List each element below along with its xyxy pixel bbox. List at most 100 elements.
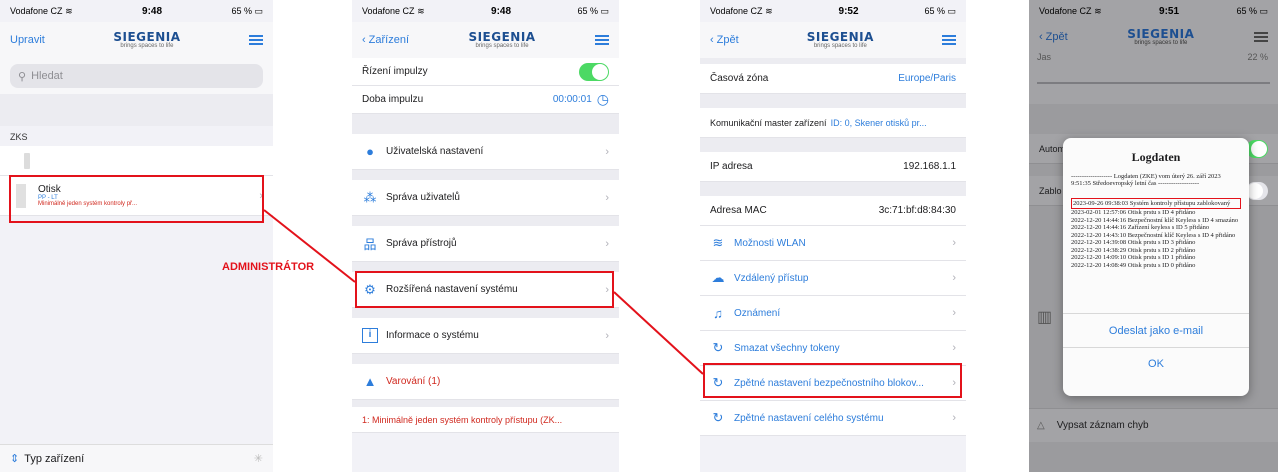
cloud-icon: ☁ bbox=[711, 270, 725, 285]
block-toggle[interactable] bbox=[1246, 181, 1268, 200]
back-button[interactable]: ‹ Zpět bbox=[710, 34, 739, 46]
chevron-right-icon: › bbox=[605, 237, 609, 250]
send-email-button[interactable]: Odeslat jako e-mail bbox=[1063, 313, 1249, 347]
navbar: Upravit SIEGENIA brings spaces to life bbox=[0, 22, 273, 58]
chevron-right-icon: › bbox=[605, 191, 609, 204]
chevron-right-icon: › bbox=[952, 307, 956, 319]
notifications-label: Oznámení bbox=[734, 307, 781, 319]
log-content: ------------------- Logdaten (ZKE) vom ú… bbox=[1063, 165, 1249, 313]
status-bar: Vodafone CZ ≋ 9:52 65 % ▭ bbox=[700, 0, 966, 22]
impulse-control-label: Řízení impulzy bbox=[362, 66, 428, 77]
users-icon: ⁂ bbox=[363, 189, 377, 205]
master-device-value: ID: 0, Skener otisků pr... bbox=[830, 117, 927, 128]
log-entry: 2022-12-20 14:38:29 Otisk prstu s ID 2 p… bbox=[1071, 246, 1196, 254]
screen-device-list: Vodafone CZ ≋ 9:48 65 % ▭ Upravit SIEGEN… bbox=[0, 0, 273, 472]
highlight-device-row bbox=[9, 175, 264, 223]
auto-label: Autom bbox=[1039, 143, 1066, 154]
device-type-filter[interactable]: Typ zařízení bbox=[24, 453, 84, 465]
back-button[interactable]: ‹ Zařízení bbox=[362, 34, 409, 46]
warnings-row[interactable]: ▲ Varování (1) bbox=[352, 364, 619, 400]
menu-icon[interactable] bbox=[942, 35, 956, 45]
wifi-icon: ≋ bbox=[417, 5, 425, 16]
menu-system-info[interactable]: i Informace o systému › bbox=[352, 318, 619, 354]
impulse-duration-label: Doba impulzu bbox=[362, 94, 424, 105]
screen-device-settings: Vodafone CZ ≋ 9:48 65 % ▭ ‹ Zařízení SIEG… bbox=[352, 0, 619, 472]
ip-row: IP adresa 192.168.1.1 bbox=[700, 152, 966, 182]
search-bar-wrap: ⚲ Hledat bbox=[0, 58, 273, 94]
chevron-right-icon: › bbox=[952, 237, 956, 249]
menu-notifications[interactable]: ♫ Oznámení › bbox=[700, 296, 966, 331]
back-button[interactable]: ‹ Zpět bbox=[1039, 31, 1068, 43]
timezone-row[interactable]: Časová zóna Europe/Paris bbox=[700, 64, 966, 94]
remote-access-label: Vzdálený přístup bbox=[734, 272, 809, 284]
logo-tagline: brings spaces to life bbox=[120, 43, 174, 49]
logo-brand: SIEGENIA bbox=[113, 30, 181, 44]
error-log-row[interactable]: △ Vypsat záznam chyb bbox=[1029, 408, 1278, 442]
log-entry: 2022-12-20 14:39:08 Otisk prstu s ID 3 p… bbox=[1071, 239, 1196, 247]
chevron-right-icon: › bbox=[605, 145, 609, 158]
brightness-slider[interactable] bbox=[1037, 82, 1270, 84]
brightness-value: 22 % bbox=[1247, 52, 1268, 62]
battery-icon: ▭ bbox=[254, 5, 263, 16]
edit-button[interactable]: Upravit bbox=[10, 34, 45, 46]
impulse-duration-value: 00:00:01 bbox=[552, 94, 592, 105]
timezone-value: Europe/Paris bbox=[898, 73, 956, 84]
ip-label: IP adresa bbox=[710, 161, 753, 172]
log-list: 2023-02-01 12:57:06 Otisk prstu s ID 4 p… bbox=[1071, 209, 1241, 269]
logo-brand: SIEGENIA bbox=[1127, 27, 1195, 41]
sort-icon: ⇕ bbox=[10, 453, 20, 465]
delete-tokens-label: Smazat všechny tokeny bbox=[734, 342, 840, 354]
chevron-right-icon: › bbox=[952, 342, 956, 354]
battery-label: 65 % bbox=[231, 5, 252, 16]
siegenia-logo: SIEGENIA brings spaces to life bbox=[113, 31, 180, 49]
annotation-label: ADMINISTRÁTOR bbox=[222, 261, 315, 273]
chevron-left-icon: ‹ bbox=[362, 34, 366, 46]
menu-reset-system[interactable]: ↻ Zpětné nastavení celého systému › bbox=[700, 401, 966, 436]
auto-toggle[interactable] bbox=[1246, 139, 1268, 158]
battery-label: 65 % bbox=[577, 5, 598, 16]
mac-value: 3c:71:bf:d8:84:30 bbox=[878, 205, 956, 216]
impulse-duration-row[interactable]: Doba impulzu 00:00:01 ◷ bbox=[352, 86, 619, 114]
menu-remote-access[interactable]: ☁ Vzdálený přístup › bbox=[700, 261, 966, 296]
mac-row: Adresa MAC 3c:71:bf:d8:84:30 bbox=[700, 196, 966, 226]
navbar: ‹ Zpět SIEGENIA brings spaces to life bbox=[1029, 22, 1278, 52]
menu-wlan[interactable]: ≋ Možnosti WLAN › bbox=[700, 226, 966, 261]
chevron-left-icon: ‹ bbox=[710, 34, 714, 46]
carrier-label: Vodafone CZ bbox=[362, 5, 415, 16]
menu-device-management[interactable]: 品 Správa přístrojů › bbox=[352, 226, 619, 262]
logo-brand: SIEGENIA bbox=[468, 30, 536, 44]
impulse-control-toggle[interactable] bbox=[579, 62, 609, 81]
impulse-control-row: Řízení impulzy bbox=[352, 58, 619, 86]
chevron-right-icon: › bbox=[952, 412, 956, 424]
clock-icon: ◷ bbox=[596, 91, 609, 107]
master-device-label: Komunikační master zařízení bbox=[710, 117, 827, 128]
clock: 9:52 bbox=[838, 5, 859, 17]
chevron-right-icon: › bbox=[605, 329, 609, 342]
menu-icon[interactable] bbox=[1254, 32, 1268, 42]
search-input[interactable]: ⚲ Hledat bbox=[10, 64, 263, 88]
brightness-section: Jas 22 % bbox=[1029, 52, 1278, 104]
chart-icon: ▥ bbox=[1037, 309, 1053, 326]
siegenia-logo: SIEGENIA brings spaces to life bbox=[1127, 28, 1194, 46]
log-dialog: Logdaten ------------------- Logdaten (Z… bbox=[1063, 138, 1249, 396]
error-log-label: Vypsat záznam chyb bbox=[1056, 420, 1149, 431]
battery-icon: ▭ bbox=[600, 5, 609, 16]
warning-item[interactable]: 1: Minimálně jeden systém kontroly příst… bbox=[352, 407, 619, 433]
master-device-row[interactable]: Komunikační master zařízení ID: 0, Skene… bbox=[700, 108, 966, 138]
menu-user-management[interactable]: ⁂ Správa uživatelů › bbox=[352, 180, 619, 216]
menu-delete-tokens[interactable]: ↻ Smazat všechny tokeny › bbox=[700, 331, 966, 366]
highlight-advanced-settings bbox=[355, 271, 614, 308]
menu-icon[interactable] bbox=[595, 35, 609, 45]
info-icon: i bbox=[362, 328, 378, 343]
search-placeholder: Hledat bbox=[31, 70, 63, 82]
menu-user-settings[interactable]: ● Uživatelská nastavení › bbox=[352, 134, 619, 170]
back-label: Zařízení bbox=[368, 34, 410, 46]
logo-brand: SIEGENIA bbox=[806, 30, 874, 44]
menu-icon[interactable] bbox=[249, 35, 263, 45]
ok-button[interactable]: OK bbox=[1063, 347, 1249, 379]
clock: 9:48 bbox=[142, 5, 163, 17]
dialog-title: Logdaten bbox=[1131, 150, 1181, 164]
warning-icon: ▲ bbox=[363, 374, 377, 389]
battery-icon: ▭ bbox=[1259, 5, 1268, 16]
log-entry: 2023-02-01 12:57:06 Otisk prstu s ID 4 p… bbox=[1071, 209, 1196, 217]
